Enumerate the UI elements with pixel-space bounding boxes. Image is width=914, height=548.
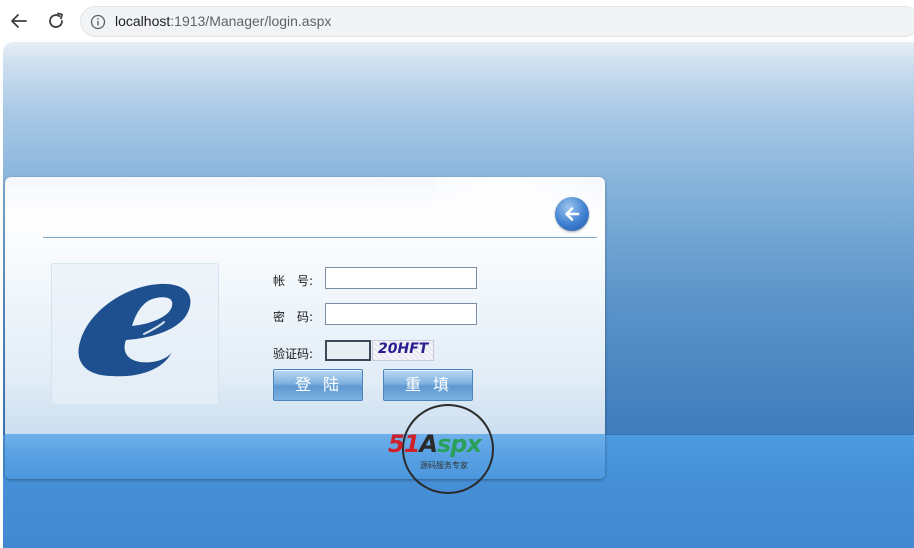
captcha-image[interactable]: 20HFT — [372, 340, 434, 361]
back-circle-arrow-icon — [565, 207, 580, 221]
password-label: 密 码: — [273, 310, 314, 324]
address-bar[interactable]: localhost:1913/Manager/login.aspx — [80, 6, 914, 37]
logo-box — [51, 263, 219, 405]
account-input[interactable] — [325, 267, 477, 289]
watermark-brand-spx: spx — [436, 430, 482, 458]
url-host: localhost — [115, 13, 171, 29]
password-input[interactable] — [325, 303, 477, 325]
page-viewport: 帐 号: 密 码: 验证码: 20HFT 登陆 重填 51Aspx 源码服务专家 — [0, 42, 914, 548]
login-panel: 帐 号: 密 码: 验证码: 20HFT 登陆 重填 — [5, 177, 605, 479]
account-label: 帐 号: — [273, 274, 314, 288]
url-text[interactable]: localhost:1913/Manager/login.aspx — [115, 13, 331, 29]
watermark-brand-a: A — [419, 430, 438, 458]
watermark-brand: 51Aspx — [388, 430, 482, 458]
reset-button[interactable]: 重填 — [383, 369, 473, 401]
watermark-brand-num: 51 — [388, 430, 420, 458]
captcha-input[interactable] — [325, 340, 371, 361]
back-circle-button[interactable] — [555, 197, 589, 231]
back-button[interactable] — [6, 8, 32, 34]
captcha-label: 验证码: — [273, 347, 314, 361]
reload-icon — [49, 12, 63, 28]
captcha-text: 20HFT — [378, 341, 429, 357]
browser-toolbar: localhost:1913/Manager/login.aspx — [0, 0, 914, 42]
e-logo-icon — [78, 283, 191, 377]
back-arrow-icon — [11, 14, 27, 28]
login-panel-footer — [5, 434, 605, 479]
login-button[interactable]: 登陆 — [273, 369, 363, 401]
panel-divider — [43, 237, 597, 238]
watermark-logo: 51Aspx 源码服务专家 — [384, 402, 514, 496]
reload-button[interactable] — [43, 8, 69, 34]
url-path: :1913/Manager/login.aspx — [170, 13, 332, 29]
watermark-tagline: 源码服务专家 — [420, 461, 468, 470]
info-icon[interactable] — [90, 14, 106, 30]
